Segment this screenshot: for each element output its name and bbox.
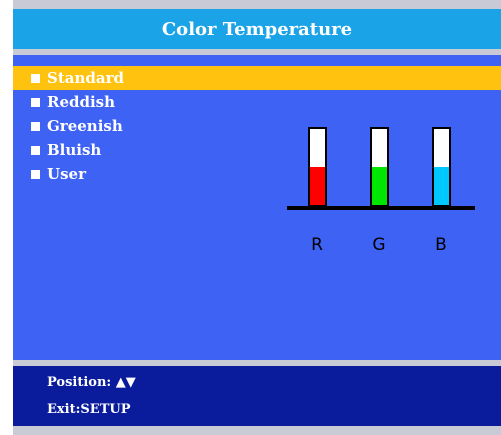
- menu-item-greenish[interactable]: Greenish: [13, 114, 501, 138]
- title-divider: [13, 49, 501, 55]
- exit-label: Exit:: [47, 402, 81, 417]
- square-bullet-icon: [31, 121, 40, 131]
- color-temperature-menu: Standard Reddish Greenish Bluish User: [13, 66, 501, 186]
- up-down-arrows-icon: ▲▼: [115, 375, 136, 390]
- green-level-fill: [372, 167, 387, 205]
- blue-level-fill: [434, 167, 449, 205]
- green-level-bar: [370, 127, 389, 207]
- menu-item-label: Greenish: [47, 117, 123, 135]
- channel-label-r: R: [311, 235, 323, 255]
- menu-item-user[interactable]: User: [13, 162, 501, 186]
- menu-item-reddish[interactable]: Reddish: [13, 90, 501, 114]
- blue-level-bar: [432, 127, 451, 207]
- top-border: [13, 0, 501, 9]
- menu-item-label: User: [47, 165, 86, 183]
- square-bullet-icon: [31, 169, 40, 179]
- red-level-fill: [310, 167, 325, 205]
- square-bullet-icon: [31, 145, 40, 155]
- position-label: Position:: [47, 375, 112, 390]
- bottom-border: [13, 426, 501, 435]
- exit-key: SETUP: [80, 402, 131, 417]
- square-bullet-icon: [31, 73, 40, 83]
- exit-hint: Exit:SETUP: [47, 402, 131, 417]
- baseline: [287, 206, 475, 210]
- page-title: Color Temperature: [13, 9, 501, 49]
- menu-item-label: Reddish: [47, 93, 116, 111]
- help-footer: Position: ▲▼ Exit:SETUP: [13, 366, 501, 426]
- menu-item-bluish[interactable]: Bluish: [13, 138, 501, 162]
- menu-item-label: Bluish: [47, 141, 102, 159]
- menu-item-label: Standard: [47, 69, 124, 87]
- channel-label-b: B: [435, 235, 447, 255]
- menu-item-standard[interactable]: Standard: [13, 66, 501, 90]
- channel-label-g: G: [372, 235, 386, 255]
- red-level-bar: [308, 127, 327, 207]
- square-bullet-icon: [31, 97, 40, 107]
- position-hint: Position: ▲▼: [47, 375, 136, 390]
- osd-window: Color Temperature Standard Reddish Green…: [13, 0, 501, 435]
